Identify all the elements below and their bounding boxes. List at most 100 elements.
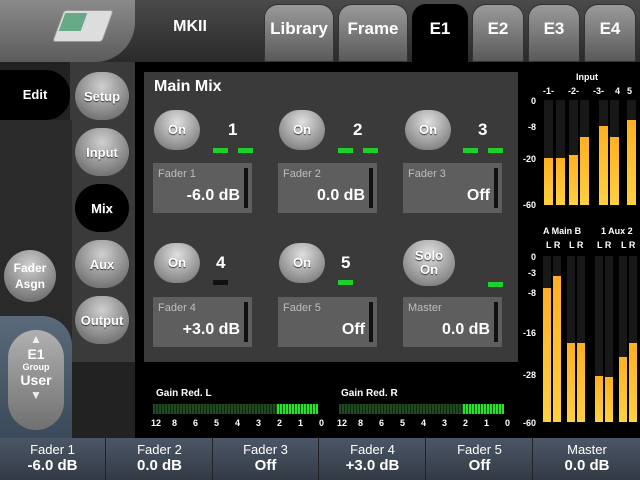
input-meter-bar	[627, 119, 636, 205]
fader-5-value: Off	[341, 321, 365, 338]
output-lr-label: L R	[569, 240, 584, 250]
output-lr-label: L R	[621, 240, 636, 250]
bottom-fader-3[interactable]: Fader 3 Off	[213, 438, 319, 480]
ch5-number: 5	[341, 253, 351, 272]
gain-red-r-tick: 4	[421, 418, 427, 428]
output-tick: 0	[530, 252, 536, 262]
gain-red-r-tick: 1	[484, 418, 490, 428]
gain-red-r-empty	[339, 404, 463, 414]
gain-red-l-label: Gain Red. L	[156, 388, 212, 399]
bottom-value: +3.0 dB	[345, 457, 400, 474]
gain-red-l-tick: 0	[319, 418, 325, 428]
master-box[interactable]: Master 0.0 dB	[403, 297, 502, 347]
down-arrow-icon[interactable]: ▼	[8, 388, 64, 402]
solo-state: On	[419, 262, 439, 277]
bottom-value: Off	[254, 457, 277, 474]
fader-4-box[interactable]: Fader 4 +3.0 dB	[153, 297, 252, 347]
aux-button[interactable]: Aux	[75, 240, 129, 288]
tab-e2[interactable]: E2	[472, 4, 524, 62]
ch5-on-button[interactable]: On	[279, 243, 325, 283]
ch1-led-l	[213, 148, 228, 153]
fader-2-box[interactable]: Fader 2 0.0 dB	[278, 163, 377, 213]
ch4-on-button[interactable]: On	[154, 243, 200, 283]
fader-4-label: Fader 4	[158, 302, 196, 314]
ch4-led	[213, 280, 228, 285]
ch3-on-button[interactable]: On	[405, 110, 451, 150]
mix-button[interactable]: Mix	[75, 184, 129, 232]
input-button[interactable]: Input	[75, 128, 129, 176]
output-tick: -3	[527, 268, 536, 278]
gain-red-l-fill	[277, 404, 318, 414]
ch1-on-button[interactable]: On	[154, 110, 200, 150]
fader-assign-button[interactable]: Fader Asgn	[4, 250, 56, 302]
input-meter-bar	[556, 158, 565, 205]
gain-red-l-empty	[153, 404, 277, 414]
ch5-led	[338, 280, 353, 285]
bottom-label: Fader 3	[243, 442, 288, 457]
bottom-value: -6.0 dB	[27, 457, 78, 474]
panel-title: Main Mix	[154, 78, 222, 95]
ch3-led-r	[488, 148, 503, 153]
gain-red-r-tick: 12	[337, 418, 348, 428]
group-selector[interactable]: ▲ E1 Group User ▼	[8, 330, 64, 430]
bottom-fader-2[interactable]: Fader 2 0.0 dB	[107, 438, 213, 480]
ch2-number: 2	[353, 120, 363, 139]
gain-red-l-tick: 2	[277, 418, 283, 428]
gain-red-r-scale: 12 8 6 5 4 3 2 1 0	[337, 418, 510, 430]
output-meter-bar	[605, 377, 613, 422]
output-group-label: A Main B	[543, 226, 582, 236]
tab-frame[interactable]: Frame	[338, 4, 408, 62]
input-meter-bar	[569, 155, 578, 205]
ch3-number: 3	[478, 120, 488, 139]
master-label: Master	[408, 302, 442, 314]
gain-red-r-fill	[463, 404, 504, 414]
output-meter-bar	[567, 342, 575, 422]
ch2-led-r	[363, 148, 378, 153]
up-arrow-icon[interactable]: ▲	[8, 332, 64, 346]
bottom-label: Fader 5	[457, 442, 502, 457]
tab-library[interactable]: Library	[264, 4, 334, 62]
solo-button[interactable]: Solo On	[403, 240, 455, 286]
gain-red-l-tick: 6	[193, 418, 199, 428]
bottom-value: Off	[468, 457, 491, 474]
group-engine: E1	[27, 346, 45, 362]
bottom-fader-4[interactable]: Fader 4 +3.0 dB	[320, 438, 426, 480]
bottom-fader-1[interactable]: Fader 1 -6.0 dB	[0, 438, 106, 480]
output-meter-bar	[619, 356, 627, 422]
gain-red-l-tick: 1	[298, 418, 304, 428]
fader-4-bar	[244, 302, 248, 342]
tab-e3[interactable]: E3	[528, 4, 580, 62]
ch2-on-button[interactable]: On	[279, 110, 325, 150]
fader-1-label: Fader 1	[158, 168, 196, 180]
output-tick: -28	[522, 370, 536, 380]
app-title: MKII	[173, 18, 207, 35]
fader-assign-label: Fader Asgn	[13, 261, 47, 291]
setup-button[interactable]: Setup	[75, 72, 129, 120]
output-lr-label: L R	[597, 240, 612, 250]
fader-3-box[interactable]: Fader 3 Off	[403, 163, 502, 213]
output-meter-bar	[543, 288, 551, 422]
bottom-master[interactable]: Master 0.0 dB	[534, 438, 640, 480]
output-ticks: 0 -3 -8 -16 -28 -60	[514, 252, 538, 428]
gain-red-l-scale: 12 8 6 5 4 3 2 1 0	[151, 418, 325, 430]
fader-4-value: +3.0 dB	[182, 321, 240, 338]
gain-red-l-tick: 4	[235, 418, 241, 428]
input-channel-label: 5	[627, 86, 633, 96]
fader-2-bar	[369, 168, 373, 208]
input-tick: -60	[522, 200, 536, 210]
fader-1-box[interactable]: Fader 1 -6.0 dB	[153, 163, 252, 213]
tab-e1[interactable]: E1	[412, 4, 468, 62]
tab-e4[interactable]: E4	[584, 4, 636, 62]
bottom-fader-5[interactable]: Fader 5 Off	[427, 438, 533, 480]
ch3-led-l	[463, 148, 478, 153]
ch1-number: 1	[228, 120, 238, 139]
output-lr-label: L R	[546, 240, 561, 250]
fader-5-box[interactable]: Fader 5 Off	[278, 297, 377, 347]
output-button[interactable]: Output	[75, 296, 129, 344]
output-lr-labels: L RL RL RL R	[543, 240, 640, 252]
input-tick: -8	[527, 122, 536, 132]
device-image	[0, 0, 135, 62]
output-group-labels: A Main B 1 Aux 2	[543, 226, 640, 238]
input-channel-label: -1-	[543, 86, 554, 96]
fader-2-label: Fader 2	[283, 168, 321, 180]
